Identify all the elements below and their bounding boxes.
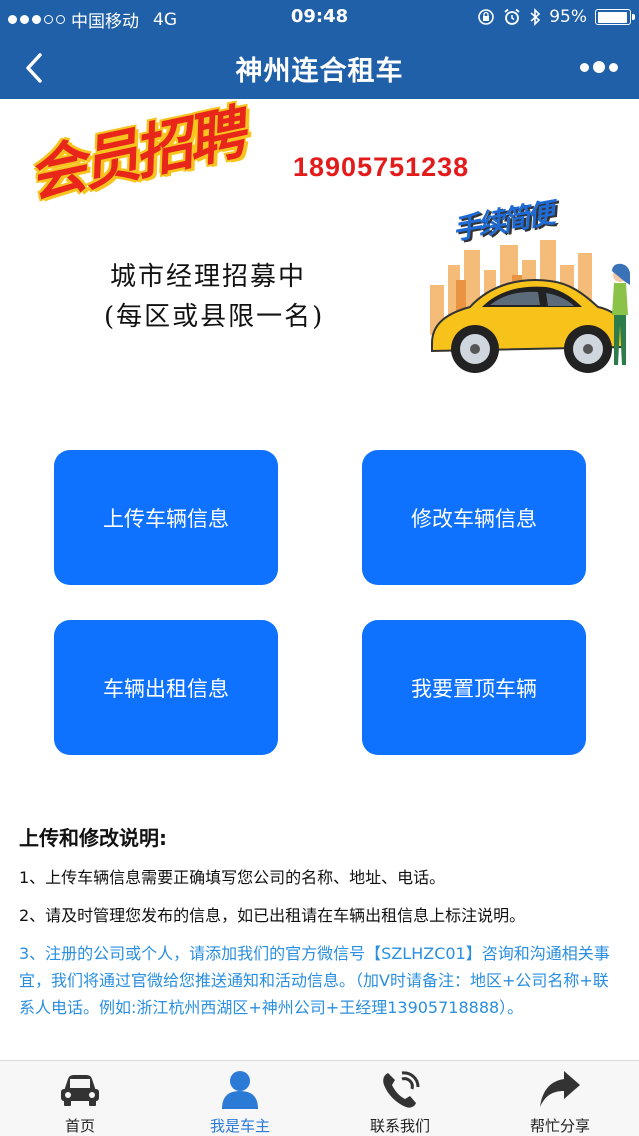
edit-vehicle-button[interactable]: 修改车辆信息 — [362, 450, 586, 585]
car-illustration — [430, 240, 630, 373]
city-manager-text: 城市经理招募中 — [110, 262, 307, 292]
battery-icon — [595, 9, 635, 25]
more-button[interactable] — [577, 54, 621, 80]
instructions-section: 上传和修改说明: 1、上传车辆信息需要正确填写您公司的名称、地址、电话。 2、请… — [19, 822, 619, 1017]
status-bar: 中国移动 4G 09:48 95% — [0, 0, 639, 36]
tab-share-label: 帮忙分享 — [529, 1117, 590, 1135]
rental-info-button[interactable]: 车辆出租信息 — [54, 620, 278, 755]
top-bar: 中国移动 4G 09:48 95% 神州连合租车 — [0, 0, 639, 99]
instructions-heading: 上传和修改说明: — [19, 826, 167, 850]
tab-share[interactable]: 帮忙分享 — [480, 1061, 639, 1136]
limit-note: (每区或县限一名) — [104, 302, 325, 332]
tab-owner[interactable]: 我是车主 — [160, 1061, 320, 1136]
tab-home[interactable]: 首页 — [0, 1061, 160, 1136]
rotation-lock-icon — [478, 9, 495, 25]
bottom-tab-bar: 首页 我是车主 联系我们 帮忙分享 — [0, 1060, 639, 1136]
upload-vehicle-button[interactable]: 上传车辆信息 — [54, 450, 278, 585]
alarm-icon — [504, 8, 520, 25]
more-dots-icon — [580, 62, 589, 72]
phone-icon — [383, 1071, 420, 1108]
tab-contact[interactable]: 联系我们 — [320, 1061, 480, 1136]
page-title: 神州连合租车 — [235, 56, 404, 87]
tab-owner-label: 我是车主 — [209, 1117, 270, 1135]
instruction-item-3: 3、注册的公司或个人，请添加我们的官方微信号【SZLHZC01】咨询和沟通相关事… — [19, 944, 610, 1017]
tab-contact-label: 联系我们 — [369, 1117, 430, 1135]
car-icon — [61, 1075, 99, 1106]
nav-header: 神州连合租车 — [0, 36, 639, 99]
instruction-item-2: 2、请及时管理您发布的信息，如已出租请在车辆出租信息上标注说明。 — [19, 906, 526, 925]
share-icon — [540, 1071, 580, 1107]
recruit-phone: 18905751238 — [293, 152, 470, 182]
tab-home-label: 首页 — [64, 1117, 95, 1135]
battery-percent: 95% — [549, 7, 587, 27]
bluetooth-icon — [530, 8, 541, 26]
instruction-item-1: 1、上传车辆信息需要正确填写您公司的名称、地址、电话。 — [19, 868, 446, 887]
pin-vehicle-button[interactable]: 我要置顶车辆 — [362, 620, 586, 755]
user-icon — [222, 1071, 258, 1109]
recruit-title: 会员招聘 — [21, 98, 248, 211]
status-right: 95% — [477, 7, 635, 27]
